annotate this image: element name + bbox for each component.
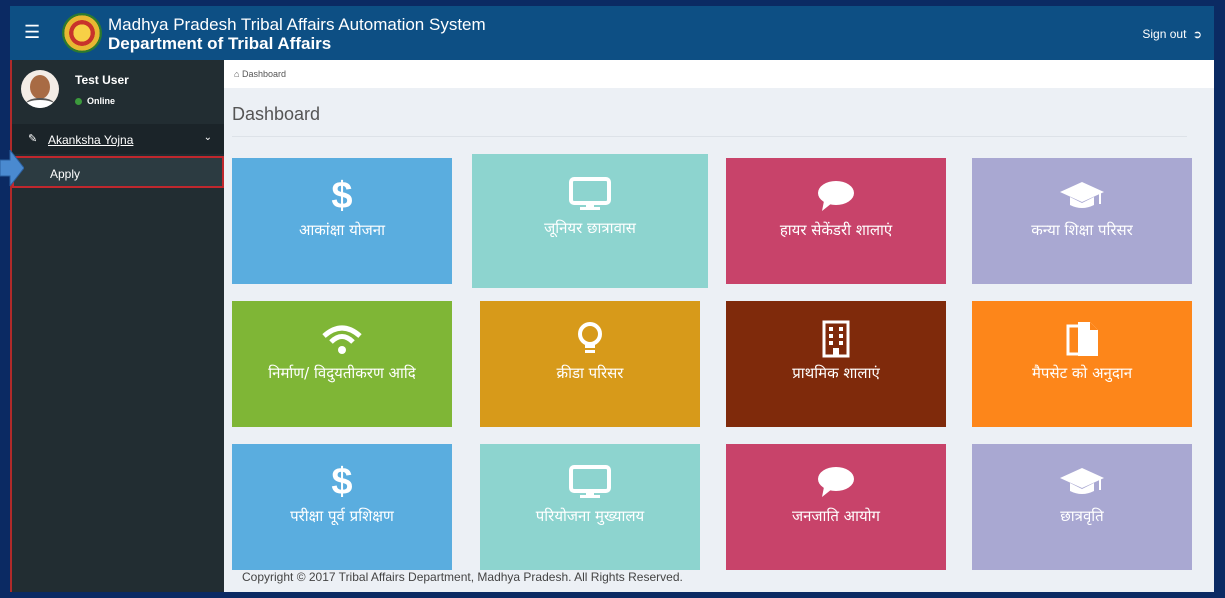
dashboard-tile[interactable]: जनजाति आयोग: [726, 444, 946, 570]
top-navbar: ☰ Madhya Pradesh Tribal Affairs Automati…: [10, 6, 1214, 60]
home-icon: ⌂: [234, 69, 240, 79]
building-icon: [726, 320, 946, 358]
chevron-down-icon: ⌄: [203, 132, 212, 143]
dashboard-tile-label: जनजाति आयोग: [791, 507, 881, 525]
avatar: [21, 70, 59, 108]
dashboard-tile[interactable]: मैपसेट को अनुदान: [972, 301, 1192, 427]
dashboard-tile[interactable]: $ आकांक्षा योजना: [232, 158, 452, 284]
breadcrumb[interactable]: ⌂ Dashboard: [234, 69, 286, 79]
user-panel: Test User Online: [12, 60, 224, 118]
sidebar-subitem-label: Apply: [50, 167, 81, 181]
divider: [232, 136, 1187, 137]
sidebar-item-label: Akanksha Yojna: [48, 133, 134, 147]
pointer-arrow-icon: [0, 150, 24, 186]
sign-out-label: Sign out: [1142, 27, 1187, 41]
dashboard-tile-label: क्रीडा परिसर: [556, 364, 624, 382]
dashboard-tile-label: प्राथमिक शालाएं: [792, 364, 880, 382]
dashboard-tile[interactable]: जूनियर छात्रावास: [472, 154, 708, 288]
pencil-icon: ✎: [28, 133, 38, 145]
breadcrumb-bar: ⌂ Dashboard: [224, 60, 1214, 88]
dashboard-tile[interactable]: हायर सेकेंडरी शालाएं: [726, 158, 946, 284]
user-name: Test User: [75, 73, 129, 87]
sidebar: Test User Online ✎ Akanksha Yojna ⌄ Appl…: [10, 60, 224, 592]
main-content: ⌂ Dashboard Dashboard $ आकांक्षा योजना जून…: [224, 60, 1214, 592]
dashboard-tile[interactable]: कन्या शिक्षा परिसर: [972, 158, 1192, 284]
graduation-cap-icon: [972, 178, 1192, 214]
monitor-icon: [472, 176, 708, 212]
dashboard-tile[interactable]: परियोजना मुख्यालय: [480, 444, 700, 570]
monitor-icon: [480, 464, 700, 500]
lightbulb-icon: [480, 321, 700, 357]
chat-icon: [726, 464, 946, 500]
user-status-label: Online: [87, 96, 116, 106]
dashboard-tile[interactable]: प्राथमिक शालाएं: [726, 301, 946, 427]
dashboard-tile-label: आकांक्षा योजना: [298, 221, 386, 239]
department-logo: [62, 13, 102, 53]
user-status: Online: [75, 96, 115, 106]
dashboard-tile-label: परियोजना मुख्यालय: [535, 507, 645, 525]
document-icon: [972, 321, 1192, 357]
dashboard-tile[interactable]: निर्माण/ विदुयतीकरण आदि: [232, 301, 452, 427]
sign-out-icon: ➲: [1192, 29, 1202, 41]
chat-icon: [726, 178, 946, 214]
page-title: Dashboard: [232, 104, 321, 124]
dashboard-tile-label: हायर सेकेंडरी शालाएं: [779, 221, 893, 239]
dashboard-tile[interactable]: क्रीडा परिसर: [480, 301, 700, 427]
footer-copyright: Copyright © 2017 Tribal Affairs Departme…: [242, 570, 683, 584]
department-title: Department of Tribal Affairs: [108, 34, 332, 53]
dashboard-tile-label: परीक्षा पूर्व प्रशिक्षण: [290, 507, 394, 525]
dashboard-tile-label: कन्या शिक्षा परिसर: [1031, 221, 1133, 239]
breadcrumb-label: Dashboard: [241, 69, 286, 79]
sidebar-item-akanksha-yojna[interactable]: ✎ Akanksha Yojna ⌄: [12, 124, 224, 154]
dashboard-tile[interactable]: $ परीक्षा पूर्व प्रशिक्षण: [232, 444, 452, 570]
sign-out-button[interactable]: Sign out ➲: [1142, 27, 1202, 41]
dollar-icon: $: [331, 460, 353, 503]
dashboard-tile-label: निर्माण/ विदुयतीकरण आदि: [268, 364, 416, 382]
app-title: Madhya Pradesh Tribal Affairs Automation…: [108, 15, 486, 34]
dashboard-tile-label: छात्रवृति: [1060, 507, 1104, 525]
hamburger-menu-icon[interactable]: ☰: [24, 22, 40, 43]
dashboard-tile-label: मैपसेट को अनुदान: [1031, 364, 1133, 382]
dashboard-tile[interactable]: छात्रवृति: [972, 444, 1192, 570]
app-frame: ☰ Madhya Pradesh Tribal Affairs Automati…: [10, 6, 1214, 592]
dashboard-tile-label: जूनियर छात्रावास: [544, 219, 636, 237]
dollar-icon: $: [331, 174, 353, 217]
sidebar-subitem-apply[interactable]: Apply: [12, 156, 224, 188]
wifi-icon: [232, 321, 452, 357]
online-indicator-icon: [75, 98, 82, 106]
graduation-cap-icon: [972, 464, 1192, 500]
